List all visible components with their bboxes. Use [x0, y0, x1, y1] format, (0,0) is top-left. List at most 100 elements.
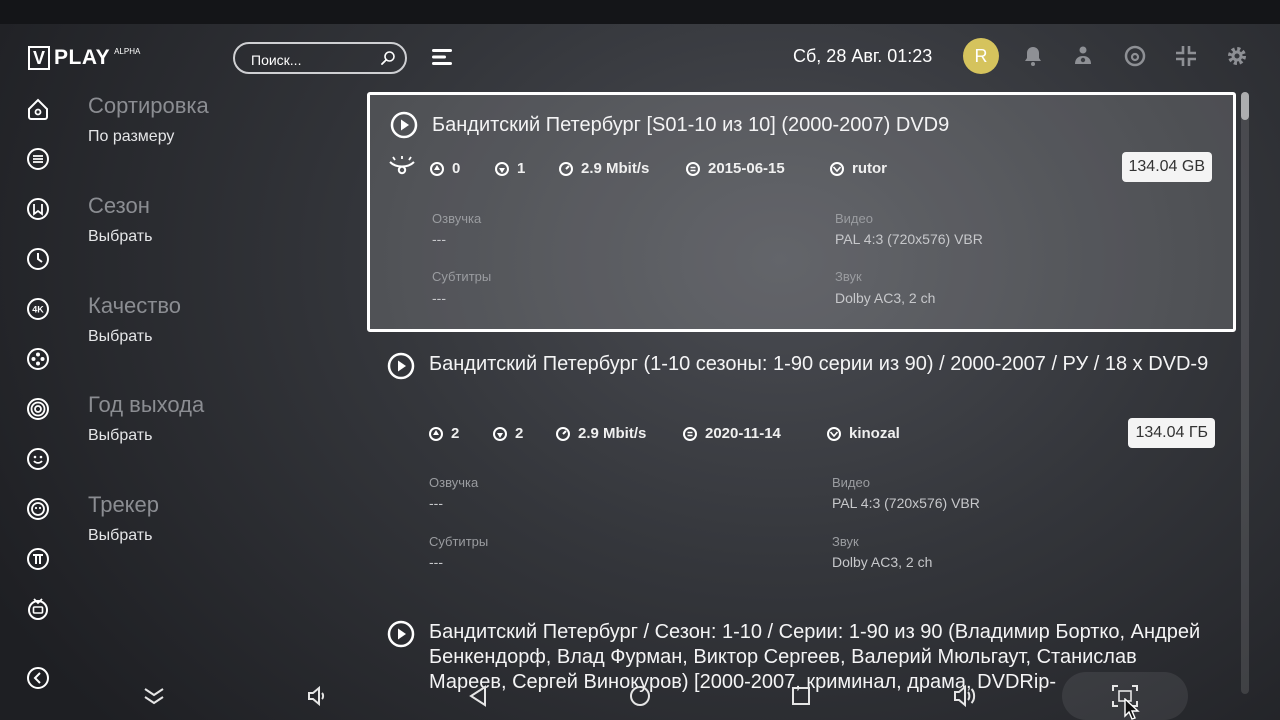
seeds-value: 0	[452, 160, 461, 177]
filter-title: Качество	[88, 293, 182, 318]
back-icon[interactable]	[26, 666, 50, 690]
search-icon[interactable]	[380, 50, 396, 66]
voice-label: Озвучка	[429, 475, 479, 490]
anime-icon[interactable]	[26, 497, 50, 521]
tracker-value: rutor	[852, 160, 887, 177]
filter-value: Выбрать	[88, 328, 153, 345]
volume-down-icon[interactable]	[306, 685, 328, 707]
scrollbar[interactable]	[1241, 92, 1249, 694]
calendar-icon	[683, 426, 697, 441]
peer-icon	[493, 426, 507, 441]
filter-year[interactable]: Год выхода Выбрать	[88, 392, 204, 445]
bitrate: 2.9 Mbit/s	[559, 160, 649, 177]
child-icon[interactable]	[1071, 44, 1095, 68]
audio-label: Звук	[832, 534, 859, 549]
seeds-count: 2	[429, 425, 459, 442]
torrent-card[interactable]: Бандитский Петербург (1-10 сезоны: 1-90 …	[367, 338, 1236, 602]
tracker: rutor	[830, 160, 887, 177]
torrent-title: Бандитский Петербург [S01-10 из 10] (200…	[432, 114, 950, 136]
logo-badge: ALPHA	[114, 47, 141, 56]
video-label: Видео	[835, 211, 873, 226]
speed-icon	[559, 161, 573, 176]
torrent-title: Бандитский Петербург (1-10 сезоны: 1-90 …	[429, 353, 1209, 375]
smile-icon[interactable]	[26, 447, 50, 471]
calendar-icon	[686, 161, 700, 176]
broadcast-icon[interactable]	[1123, 44, 1147, 68]
filter-title: Год выхода	[88, 392, 205, 417]
subs-label: Субтитры	[432, 269, 492, 284]
app-logo: V PLAY ALPHA	[28, 45, 140, 71]
target-icon[interactable]	[26, 397, 50, 421]
status-bar	[0, 0, 1280, 24]
seed-icon	[430, 161, 444, 176]
tracker-icon	[830, 161, 844, 176]
date-value: 2015-06-15	[708, 160, 785, 177]
peers-count: 2	[493, 425, 523, 442]
scrollbar-thumb[interactable]	[1241, 92, 1249, 120]
search-box[interactable]	[233, 42, 407, 74]
voice-label: Озвучка	[432, 211, 482, 226]
video-value: PAL 4:3 (720x576) VBR	[832, 495, 980, 511]
play-icon[interactable]	[387, 352, 415, 380]
svg-text:4K: 4K	[32, 305, 44, 315]
audio-value: Dolby AC3, 2 ch	[835, 290, 936, 306]
menu-icon[interactable]	[432, 47, 454, 67]
search-input[interactable]	[249, 49, 373, 71]
tracker-value: kinozal	[849, 425, 900, 442]
speed-icon	[556, 426, 570, 441]
bitrate-value: 2.9 Mbit/s	[578, 425, 647, 442]
play-icon[interactable]	[390, 111, 418, 139]
torrent-card-selected[interactable]: Бандитский Петербург [S01-10 из 10] (200…	[367, 92, 1236, 332]
mouse-cursor-icon	[1124, 698, 1140, 720]
video-label: Видео	[832, 475, 870, 490]
filter-quality[interactable]: Качество Выбрать	[88, 293, 181, 346]
filter-title: Сезон	[88, 193, 150, 218]
upload-date: 2015-06-15	[686, 160, 785, 177]
tv-icon[interactable]	[26, 597, 50, 621]
nav-back-icon[interactable]	[467, 684, 489, 708]
logo-mark: V	[28, 46, 50, 70]
bitrate-value: 2.9 Mbit/s	[581, 160, 650, 177]
bell-icon[interactable]	[1021, 44, 1045, 68]
bookmark-icon[interactable]	[26, 197, 50, 221]
filter-season[interactable]: Сезон Выбрать	[88, 193, 152, 246]
nav-home-icon[interactable]	[628, 684, 652, 708]
filter-tracker[interactable]: Трекер Выбрать	[88, 492, 159, 545]
video-value: PAL 4:3 (720x576) VBR	[835, 231, 983, 247]
audio-value: Dolby AC3, 2 ch	[832, 554, 933, 570]
play-icon[interactable]	[387, 620, 415, 648]
4k-icon[interactable]: 4K	[26, 297, 50, 321]
avatar[interactable]: R	[963, 38, 999, 74]
filter-sort[interactable]: Сортировка По размеру	[88, 93, 209, 146]
size-badge: 134.04 ГБ	[1128, 418, 1215, 448]
volume-up-icon[interactable]	[952, 684, 978, 708]
collapse-icon[interactable]	[1174, 44, 1198, 68]
watched-eye-icon	[389, 156, 415, 175]
upload-date: 2020-11-14	[683, 425, 781, 442]
filter-value: По размеру	[88, 128, 175, 145]
peer-icon	[495, 161, 509, 176]
home-icon[interactable]	[26, 97, 50, 121]
subs-value: ---	[429, 554, 443, 570]
filter-value: Выбрать	[88, 427, 153, 444]
date-value: 2020-11-14	[705, 425, 781, 442]
seeds-count: 0	[430, 160, 460, 177]
filter-title: Трекер	[88, 492, 160, 517]
film-icon[interactable]	[26, 347, 50, 371]
bitrate: 2.9 Mbit/s	[556, 425, 646, 442]
peers-count: 1	[495, 160, 525, 177]
filter-value: Выбрать	[88, 228, 153, 245]
gear-icon[interactable]	[1225, 44, 1249, 68]
pi-icon[interactable]	[26, 547, 50, 571]
filter-title: Сортировка	[88, 93, 209, 118]
nav-recents-icon[interactable]	[791, 685, 811, 707]
clock-icon[interactable]	[26, 247, 50, 271]
list-icon[interactable]	[26, 147, 50, 171]
chevron-down-icon[interactable]	[143, 686, 165, 706]
peers-value: 1	[517, 160, 526, 177]
size-badge: 134.04 GB	[1121, 152, 1212, 182]
voice-value: ---	[429, 495, 443, 511]
seed-icon	[429, 426, 443, 441]
tracker-icon	[827, 426, 841, 441]
datetime: Сб, 28 Авг. 01:23	[793, 46, 933, 66]
